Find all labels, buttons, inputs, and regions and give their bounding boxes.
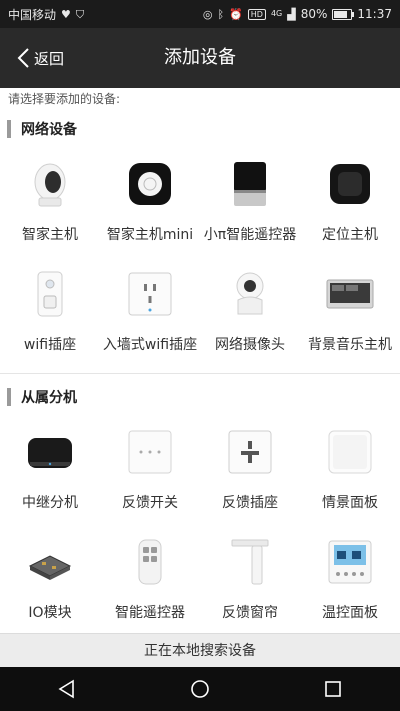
device-label: 反馈插座 — [222, 495, 278, 511]
repeater-icon — [28, 438, 72, 468]
device-label: 温控面板 — [322, 605, 378, 621]
nav-back-button[interactable] — [27, 667, 107, 711]
device-smart-hub-mini[interactable]: 智家主机mini — [100, 148, 200, 258]
device-label: wifi插座 — [23, 337, 77, 353]
network-type: 4G — [270, 9, 283, 18]
section-title: 从属分机 — [21, 390, 77, 406]
section-network-devices: 网络设备 — [0, 117, 400, 141]
alarm-icon: ⏰ — [229, 7, 243, 21]
battery-icon — [332, 8, 355, 20]
feedback-socket-icon — [228, 430, 272, 474]
device-thermostat-panel[interactable]: 温控面板 — [300, 526, 400, 636]
device-locator-hub[interactable]: 定位主机 — [300, 148, 400, 258]
shield-icon: ⛉ — [75, 7, 85, 21]
hotspot-icon: ◎ — [202, 7, 213, 21]
hd-badge: HD — [247, 8, 266, 20]
locator-hub-icon — [330, 164, 370, 204]
title-bar: 返回 添加设备 — [0, 28, 400, 88]
section-divider — [0, 373, 400, 374]
ir-remote-icon — [234, 162, 266, 206]
device-label: 网络摄像头 — [215, 337, 285, 353]
device-label: 背景音乐主机 — [308, 337, 392, 353]
wifi-plug-icon — [37, 271, 63, 317]
switch-panel-icon — [128, 430, 172, 474]
camera-icon — [236, 272, 264, 315]
section-marker — [7, 388, 11, 406]
search-status-bar: 正在本地搜索设备 — [0, 633, 400, 668]
wall-socket-icon — [128, 272, 172, 316]
thermostat-icon — [328, 540, 372, 584]
device-feedback-switch[interactable]: 反馈开关 — [100, 416, 200, 526]
device-label: 智能遥控器 — [115, 605, 185, 621]
network-device-grid: 智家主机 智家主机mini 小π智能遥控器 定位主机 wifi插座 入墙式wif… — [0, 148, 400, 368]
section-marker — [7, 120, 11, 138]
status-bar: 中国移动 ♥ ⛉ ◎ ᛒ ⏰ HD 4G ▟ 80% 11:37 — [0, 0, 400, 28]
nav-recent-button[interactable] — [293, 667, 373, 711]
device-io-module[interactable]: IO模块 — [0, 526, 100, 636]
device-smart-key-fob[interactable]: 智能遥控器 — [100, 526, 200, 636]
heart-icon: ♥ — [61, 7, 71, 21]
mini-hub-icon — [129, 163, 171, 205]
io-module-icon — [28, 555, 72, 580]
device-feedback-curtain[interactable]: 反馈窗帘 — [200, 526, 300, 636]
device-smart-remote[interactable]: 小π智能遥控器 — [200, 148, 300, 258]
device-label: 中继分机 — [22, 495, 78, 511]
clock: 11:37 — [357, 7, 392, 21]
device-smart-hub[interactable]: 智家主机 — [0, 148, 100, 258]
signal-icon: ▟ — [287, 7, 296, 21]
back-triangle-icon — [58, 679, 74, 699]
scene-panel-icon — [328, 430, 372, 474]
recent-square-icon — [325, 681, 342, 697]
device-wifi-plug[interactable]: wifi插座 — [0, 258, 100, 368]
section-title: 网络设备 — [21, 122, 77, 138]
device-scene-panel[interactable]: 情景面板 — [300, 416, 400, 526]
nav-home-button[interactable] — [160, 667, 240, 711]
carrier-name: 中国移动 — [8, 7, 57, 22]
home-circle-icon — [191, 680, 209, 698]
battery-percent: 80% — [300, 7, 328, 21]
hub-speaker-icon — [34, 163, 66, 207]
page-title: 添加设备 — [164, 47, 236, 68]
device-label: 定位主机 — [322, 227, 378, 243]
device-label: 情景面板 — [322, 495, 378, 511]
device-label: 智家主机mini — [106, 227, 194, 243]
bluetooth-icon: ᛒ — [217, 7, 225, 21]
sub-device-grid: 中继分机 反馈开关 反馈插座 情景面板 IO模块 智能遥控器 反馈窗帘 温控面板 — [0, 416, 400, 636]
device-feedback-socket[interactable]: 反馈插座 — [200, 416, 300, 526]
music-panel-icon — [326, 279, 374, 309]
curtain-motor-icon — [231, 539, 269, 585]
device-label: 入墙式wifi插座 — [102, 337, 198, 353]
device-label: 反馈窗帘 — [222, 605, 278, 621]
device-network-camera[interactable]: 网络摄像头 — [200, 258, 300, 368]
navigation-bar — [0, 667, 400, 711]
device-wall-wifi-socket[interactable]: 入墙式wifi插座 — [100, 258, 200, 368]
key-fob-icon — [138, 539, 162, 585]
device-label: 智家主机 — [22, 227, 78, 243]
device-label: IO模块 — [28, 605, 72, 621]
device-background-music-host[interactable]: 背景音乐主机 — [300, 258, 400, 368]
select-hint: 请选择要添加的设备: — [8, 92, 121, 106]
section-sub-devices: 从属分机 — [0, 385, 400, 409]
device-label: 反馈开关 — [122, 495, 178, 511]
device-label: 小π智能遥控器 — [203, 227, 297, 243]
device-repeater[interactable]: 中继分机 — [0, 416, 100, 526]
